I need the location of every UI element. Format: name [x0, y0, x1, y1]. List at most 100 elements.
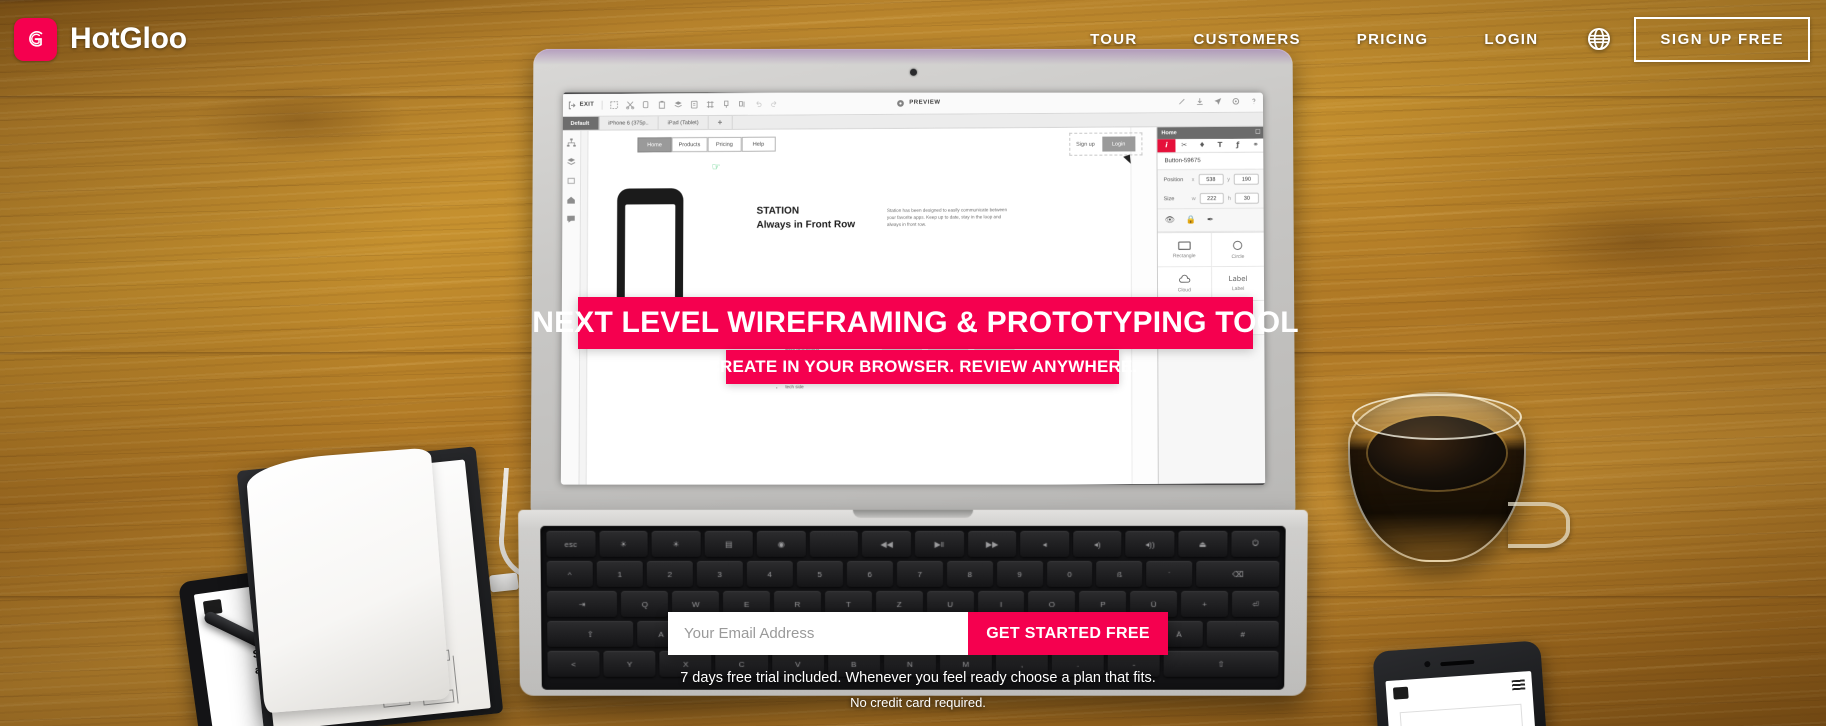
eye-icon[interactable]: 👁 [1165, 215, 1175, 224]
download-icon[interactable] [1195, 97, 1204, 106]
key-shift-left: < [547, 650, 600, 677]
exit-button[interactable]: EXIT [567, 100, 603, 110]
key-plus: + [1181, 591, 1229, 617]
list-item: tech side [785, 383, 825, 391]
tab-default[interactable]: Default [561, 116, 600, 130]
smartphone-device [1372, 640, 1548, 726]
key-tab: ⇥ [546, 591, 618, 617]
brand-name: HotGloo [70, 22, 187, 55]
nav-item-tour[interactable]: TOUR [1062, 31, 1165, 48]
nav-item-customers[interactable]: CUSTOMERS [1166, 31, 1329, 48]
shape-icon[interactable] [566, 176, 576, 186]
close-icon[interactable]: ☐ [1255, 129, 1260, 136]
paste-icon[interactable] [657, 100, 666, 109]
position-x-input[interactable]: 538 [1198, 173, 1224, 186]
key-4: 4 [746, 560, 793, 588]
laptop-base-notch [852, 509, 974, 518]
circle-icon [1233, 240, 1244, 250]
preview-button[interactable]: PREVIEW [896, 98, 941, 107]
position-x-label: x [1191, 176, 1195, 183]
key-f9: ◂ [1020, 530, 1070, 557]
tab-ipad[interactable]: iPad (Tablet) [658, 116, 709, 130]
wireframe-login-button[interactable]: Login [1101, 136, 1136, 152]
key-8: 8 [946, 560, 993, 588]
send-icon[interactable] [1213, 96, 1222, 105]
wireframe-nav-products[interactable]: Products [671, 137, 708, 153]
size-w-input[interactable]: 222 [1199, 192, 1224, 205]
pen-icon[interactable] [1177, 97, 1186, 106]
key-y: Y [603, 650, 656, 677]
wireframe-signup-link[interactable]: Sign up [1076, 141, 1095, 147]
properties-tab-info[interactable]: i [1157, 139, 1176, 153]
key-f2: ☀ [651, 530, 701, 557]
language-switcher[interactable] [1582, 22, 1616, 56]
wireframe-nav-help[interactable]: Help [741, 136, 776, 152]
home-icon[interactable] [566, 195, 576, 205]
scissors-icon[interactable] [625, 100, 634, 109]
size-row: Size w 222 h 30 [1158, 189, 1265, 209]
selected-element-name: Button-59675 [1157, 152, 1265, 171]
properties-tab-tools[interactable]: ✂ [1175, 139, 1193, 152]
layers-icon[interactable] [566, 157, 576, 167]
frame-icon[interactable] [705, 100, 714, 109]
align-horizontal-icon[interactable] [737, 99, 746, 108]
comment-icon[interactable] [565, 214, 575, 224]
key-2: 2 [646, 560, 693, 588]
size-h-input[interactable]: 30 [1234, 192, 1259, 204]
copy-icon[interactable] [641, 100, 650, 109]
duplicate-icon[interactable] [689, 100, 698, 109]
wireframe-nav-home[interactable]: Home [637, 137, 672, 153]
tab-iphone6[interactable]: iPhone 6 (375p.. [599, 116, 659, 130]
gear-icon[interactable] [1231, 96, 1240, 105]
hotgloo-g-logo-icon [14, 17, 57, 61]
key-0: 0 [1046, 560, 1093, 588]
layers-icon[interactable] [673, 100, 682, 109]
widget-circle[interactable]: Circle [1211, 232, 1266, 268]
hero-headline-band: NEXT LEVEL WIREFRAMING & PROTOTYPING TOO… [532, 297, 1299, 349]
signup-note: 7 days free trial included. Whenever you… [668, 670, 1168, 710]
wireframe-paragraph: Station has been designed to easily comm… [886, 207, 1008, 228]
key-f7: ▶‖ [915, 530, 964, 557]
globe-icon [1588, 27, 1611, 51]
key-f4: ◉ [757, 530, 806, 557]
get-started-button[interactable]: GET STARTED FREE [968, 612, 1168, 655]
position-row: Position x 538 y 190 [1158, 170, 1265, 190]
key-7: 7 [896, 560, 943, 588]
page-subtitle: CREATE IN YOUR BROWSER. REVIEW ANYWHERE. [707, 357, 1138, 376]
position-y-input[interactable]: 190 [1233, 173, 1259, 185]
help-icon[interactable] [1249, 96, 1258, 105]
sitemap-icon[interactable] [566, 138, 576, 148]
size-label: Size [1163, 195, 1175, 202]
widget-rectangle[interactable]: Rectangle [1157, 233, 1212, 268]
eyedropper-icon[interactable]: ✒ [1207, 215, 1214, 224]
add-tab-button[interactable]: + [708, 115, 733, 130]
signup-form[interactable]: GET STARTED FREE [668, 612, 1168, 655]
key-shift-right: ⇧ [1163, 650, 1279, 677]
nav-item-login[interactable]: LOGIN [1456, 31, 1566, 48]
properties-panel-header: Home ☐ [1157, 126, 1265, 140]
properties-tab-text[interactable]: T [1211, 139, 1229, 152]
redo-icon[interactable] [769, 99, 778, 108]
site-header: HotGloo TOUR CUSTOMERS PRICING LOGIN SIG… [0, 0, 1826, 78]
app-toolbar-right [1169, 96, 1258, 106]
email-field[interactable] [668, 612, 968, 655]
wireframe-nav-pricing[interactable]: Pricing [707, 136, 742, 153]
properties-tab-effects[interactable]: ƒ [1229, 139, 1247, 152]
select-icon[interactable] [609, 100, 618, 109]
key-q: Q [621, 591, 669, 617]
page-stage: STATION ays in F [0, 0, 1826, 726]
phone-content-box [1399, 703, 1524, 726]
key-9: 9 [996, 560, 1043, 588]
brand-logo[interactable]: HotGloo [14, 17, 187, 61]
key-f8: ▶▶ [967, 530, 1017, 557]
signup-free-button[interactable]: SIGN UP FREE [1634, 16, 1810, 62]
hamburger-menu-icon [1511, 679, 1526, 691]
align-vertical-icon[interactable] [721, 99, 730, 108]
lock-icon[interactable]: 🔒 [1186, 215, 1196, 224]
properties-tab-fill[interactable]: ♦ [1193, 139, 1211, 152]
key-6: 6 [846, 560, 893, 588]
nav-item-pricing[interactable]: PRICING [1329, 31, 1457, 48]
undo-icon[interactable] [753, 99, 762, 108]
properties-tab-link[interactable]: ⚭ [1247, 139, 1265, 152]
notebook-page-curl [245, 447, 451, 714]
